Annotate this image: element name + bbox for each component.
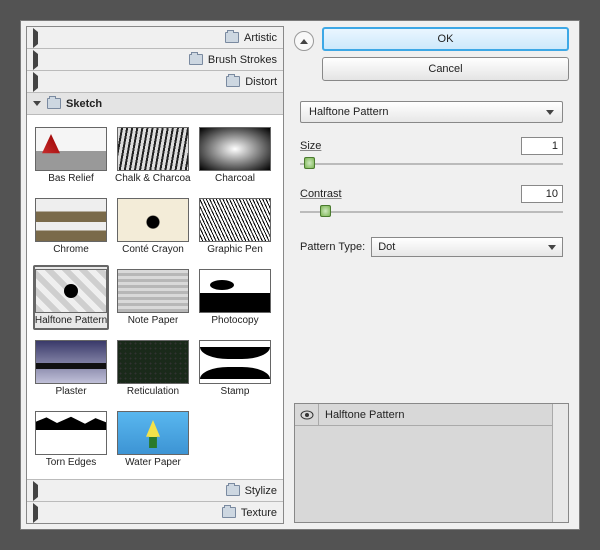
thumb-reticulation[interactable]: Reticulation [115, 336, 191, 401]
thumb-chrome[interactable]: Chrome [33, 194, 109, 259]
effect-layer-name: Halftone Pattern [319, 409, 405, 421]
filter-tree-panel: Artistic Brush Strokes Distort Sketch Ba… [26, 26, 284, 524]
category-label: Artistic [244, 32, 277, 44]
thumb-water-paper[interactable]: Water Paper [115, 407, 191, 472]
thumb-stamp[interactable]: Stamp [197, 336, 273, 401]
scrollbar[interactable] [552, 404, 568, 522]
ok-button[interactable]: OK [322, 27, 569, 51]
category-brush-strokes[interactable]: Brush Strokes [27, 49, 283, 71]
size-slider[interactable] [300, 157, 563, 171]
slider-handle[interactable] [304, 157, 315, 169]
category-label: Brush Strokes [208, 54, 277, 66]
disclosure-icon [33, 50, 183, 70]
thumb-bas-relief[interactable]: Bas Relief [33, 123, 109, 188]
thumb-conte-crayon[interactable]: Conté Crayon [115, 194, 191, 259]
folder-icon [225, 32, 239, 43]
disclosure-icon [33, 101, 41, 106]
contrast-label: Contrast [300, 188, 342, 200]
settings-panel: OK Cancel Halftone Pattern Size Contrast… [284, 21, 579, 529]
category-label: Distort [245, 76, 277, 88]
pattern-type-select[interactable]: Dot [371, 237, 563, 257]
folder-icon [226, 485, 240, 496]
thumb-plaster[interactable]: Plaster [33, 336, 109, 401]
disclosure-icon [33, 72, 220, 92]
cancel-button[interactable]: Cancel [322, 57, 569, 81]
filter-select[interactable]: Halftone Pattern [300, 101, 563, 123]
contrast-slider[interactable] [300, 205, 563, 219]
folder-icon [189, 54, 203, 65]
eye-icon [300, 410, 314, 420]
category-sketch[interactable]: Sketch [27, 93, 283, 115]
thumb-graphic-pen[interactable]: Graphic Pen [197, 194, 273, 259]
category-label: Texture [241, 507, 277, 519]
thumbnail-gallery: Bas Relief Chalk & Charcoal Charcoal Chr… [27, 115, 283, 479]
disclosure-icon [33, 28, 219, 48]
pattern-type-label: Pattern Type: [300, 241, 365, 253]
thumb-halftone-pattern[interactable]: Halftone Pattern [33, 265, 109, 330]
category-distort[interactable]: Distort [27, 71, 283, 93]
chevron-up-icon [300, 39, 308, 44]
folder-icon [47, 98, 61, 109]
chevron-down-icon [546, 110, 554, 115]
folder-icon [222, 507, 236, 518]
size-input[interactable] [521, 137, 563, 155]
category-stylize[interactable]: Stylize [27, 479, 283, 501]
category-artistic[interactable]: Artistic [27, 27, 283, 49]
thumb-photocopy[interactable]: Photocopy [197, 265, 273, 330]
disclosure-icon [33, 481, 220, 501]
effect-layer-row[interactable]: Halftone Pattern [295, 404, 568, 426]
chevron-down-icon [548, 245, 556, 250]
size-label: Size [300, 140, 321, 152]
thumb-note-paper[interactable]: Note Paper [115, 265, 191, 330]
collapse-button[interactable] [294, 31, 314, 51]
contrast-input[interactable] [521, 185, 563, 203]
thumb-charcoal[interactable]: Charcoal [197, 123, 273, 188]
slider-handle[interactable] [320, 205, 331, 217]
filter-gallery-dialog: Artistic Brush Strokes Distort Sketch Ba… [20, 20, 580, 530]
effect-layers-panel: Halftone Pattern [294, 403, 569, 523]
category-label: Stylize [245, 485, 277, 497]
thumb-torn-edges[interactable]: Torn Edges [33, 407, 109, 472]
disclosure-icon [33, 503, 216, 523]
folder-icon [226, 76, 240, 87]
category-texture[interactable]: Texture [27, 501, 283, 523]
visibility-toggle[interactable] [295, 404, 319, 426]
thumb-chalk-charcoal[interactable]: Chalk & Charcoal [115, 123, 191, 188]
category-label: Sketch [66, 98, 102, 110]
